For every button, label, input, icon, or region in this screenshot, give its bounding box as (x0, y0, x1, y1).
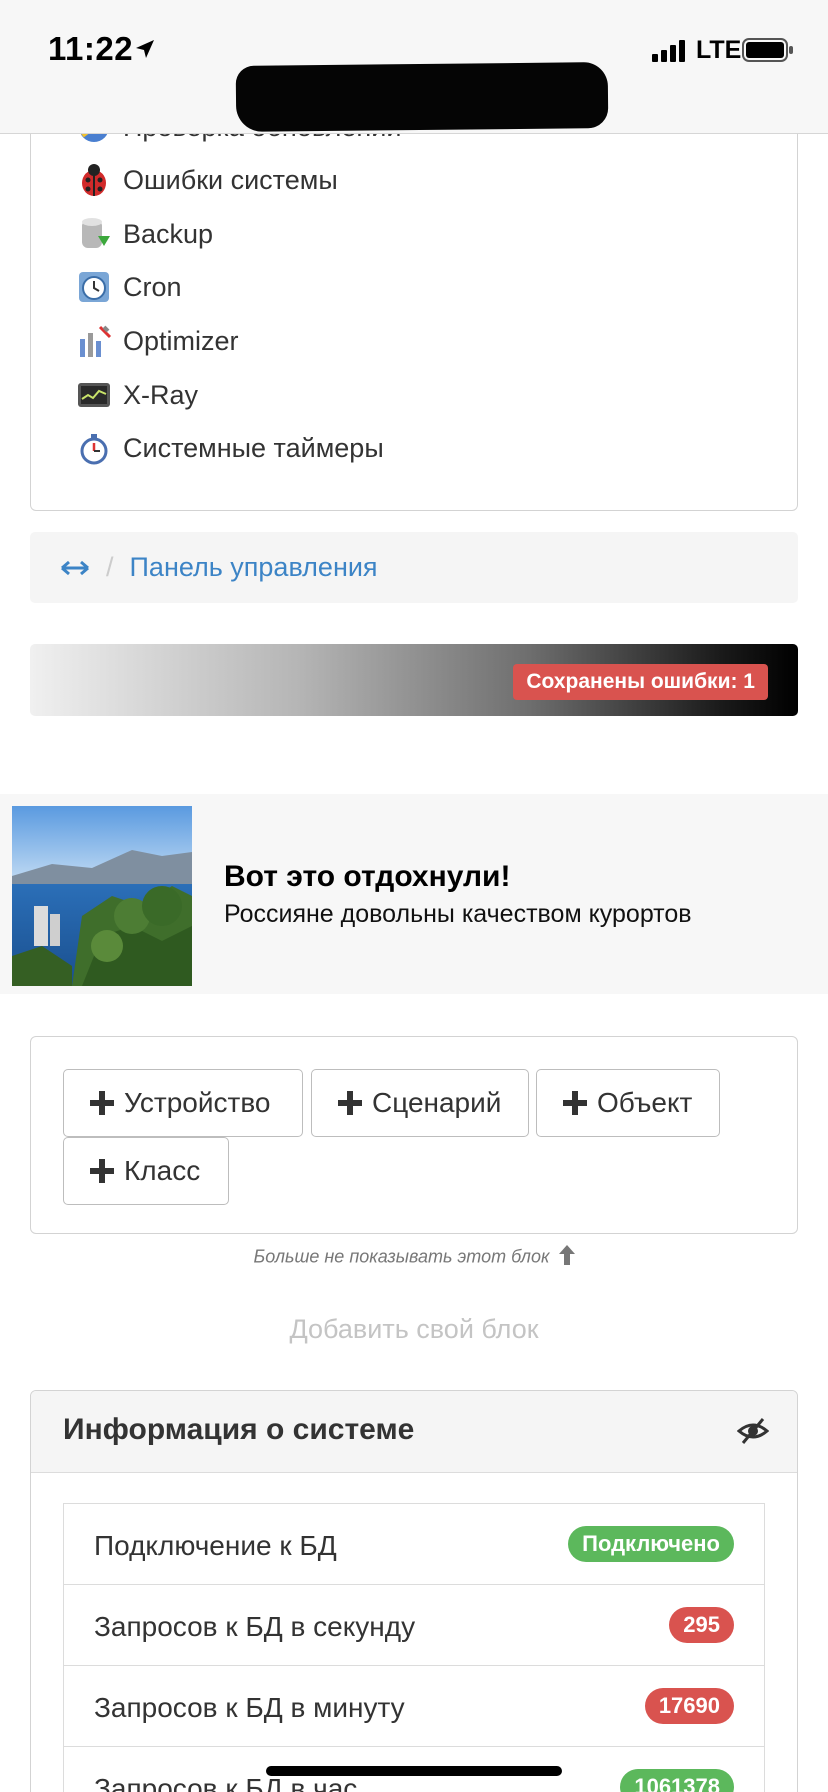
arrows-horizontal-icon[interactable] (60, 558, 90, 578)
breadcrumb-separator: / (106, 552, 114, 582)
add-class-button[interactable]: Класс (63, 1137, 229, 1205)
plus-icon (90, 1159, 114, 1183)
status-badge: Подключено (568, 1526, 734, 1562)
eye-slash-icon[interactable] (736, 1415, 770, 1452)
add-own-block-link[interactable]: Добавить свой блок (0, 1314, 828, 1345)
ios-status-bar: 11:22 LTE Небезопасно — sh.vashal.ru (0, 0, 828, 134)
menu-item-label: X-Ray (123, 379, 199, 410)
info-row-queries-per-minute: Запросов к БД в минуту 17690 (63, 1665, 765, 1747)
menu-item-optimizer[interactable]: Optimizer (75, 319, 239, 363)
menu-item-system-errors[interactable]: Ошибки системы (75, 158, 338, 202)
row-label: Запросов к БД в секунду (94, 1611, 416, 1642)
menu-item-label: Optimizer (123, 325, 239, 356)
menu-item-backup[interactable]: Backup (75, 212, 213, 256)
menu-item-cron[interactable]: Cron (75, 265, 182, 309)
monitor-icon (75, 376, 113, 414)
system-info-header: Информация о системе (31, 1391, 797, 1473)
plus-icon (338, 1091, 362, 1115)
button-label: Сценарий (372, 1087, 502, 1118)
button-label: Класс (124, 1155, 201, 1186)
news-title[interactable]: Вот это отдохнули! (224, 860, 510, 894)
database-backup-icon (75, 215, 113, 253)
row-label: Запросов к БД в минуту (94, 1692, 405, 1723)
status-time: 11:22 (48, 30, 134, 67)
hide-block-link[interactable]: Больше не показывать этот блок (0, 1245, 828, 1270)
stopwatch-icon (75, 429, 113, 467)
add-scenario-button[interactable]: Сценарий (311, 1069, 529, 1137)
button-label: Объект (597, 1087, 693, 1118)
saved-errors-bar: Сохранены ошибки: 1 (30, 644, 798, 716)
menu-item-label: Backup (123, 218, 214, 249)
hide-block-text: Больше не показывать этот блок (253, 1246, 550, 1267)
count-badge: 295 (669, 1607, 734, 1643)
clock-icon (75, 268, 113, 306)
menu-item-xray[interactable]: X-Ray (75, 373, 198, 417)
add-device-button[interactable]: Устройство (63, 1069, 303, 1137)
arrow-up-icon (558, 1245, 575, 1270)
system-info-panel: Информация о системе Подключение к БД По… (30, 1390, 798, 1792)
plus-icon (90, 1091, 114, 1115)
battery-icon (742, 38, 794, 67)
location-arrow-icon (134, 38, 156, 65)
add-buttons-card: Устройство Сценарий Объект Класс (30, 1036, 798, 1234)
add-object-button[interactable]: Объект (536, 1069, 720, 1137)
menu-item-label: Системные таймеры (123, 432, 384, 463)
news-subtitle[interactable]: Россияне довольны качеством курортов (224, 900, 692, 929)
count-badge: 17690 (644, 1688, 734, 1724)
signal-strength-icon (652, 40, 688, 67)
breadcrumb-link-dashboard[interactable]: Панель управления (130, 552, 378, 583)
ladybug-icon (75, 161, 113, 199)
info-row-queries-per-second: Запросов к БД в секунду 295 (63, 1584, 765, 1666)
redaction-scribble (235, 62, 609, 132)
count-badge: 1061378 (620, 1769, 734, 1792)
news-image[interactable] (12, 806, 192, 986)
network-type: LTE (696, 36, 742, 64)
info-row-db-connection: Подключение к БД Подключено (63, 1503, 765, 1585)
breadcrumb: / Панель управления (30, 532, 798, 603)
menu-item-label: Cron (123, 271, 182, 302)
plus-icon (563, 1091, 587, 1115)
system-info-title: Информация о системе (63, 1413, 415, 1446)
row-label: Подключение к БД (94, 1530, 337, 1561)
chart-tools-icon (75, 322, 113, 360)
home-indicator[interactable] (266, 1766, 562, 1776)
news-teaser[interactable]: Вот это отдохнули! Россияне довольны кач… (0, 794, 828, 994)
button-label: Устройство (124, 1087, 271, 1118)
saved-errors-badge[interactable]: Сохранены ошибки: 1 (513, 664, 768, 700)
menu-item-system-timers[interactable]: Системные таймеры (75, 426, 384, 470)
menu-item-label: Ошибки системы (123, 164, 338, 195)
